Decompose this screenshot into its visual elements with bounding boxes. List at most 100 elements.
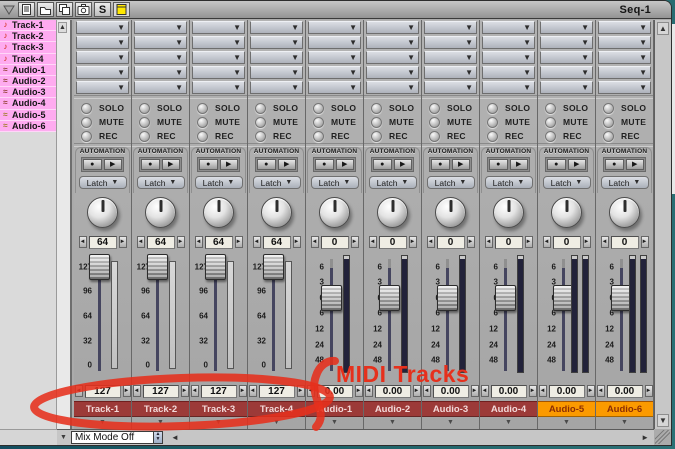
automation-record-button[interactable]: ● [373,159,392,170]
assignment-dropdown[interactable]: ▼ [482,21,535,34]
automation-record-button[interactable]: ● [315,159,334,170]
automation-play-button[interactable]: ▶ [626,159,645,170]
pan-knob[interactable] [261,197,292,228]
assignment-dropdown[interactable]: ▼ [540,21,593,34]
pan-decrement-button[interactable]: ◄ [601,236,609,248]
assignment-dropdown[interactable]: ▼ [192,21,245,34]
volume-value[interactable]: 127 [201,385,237,398]
pan-knob[interactable] [377,197,408,228]
assignment-dropdown[interactable]: ▼ [366,21,419,34]
automation-mode-dropdown[interactable]: Latch ▼ [311,176,359,189]
volume-value[interactable]: 0.00 [433,385,469,398]
automation-mode-dropdown[interactable]: Latch ▼ [137,176,185,189]
assignment-dropdown[interactable]: ▼ [134,81,187,94]
rec-button[interactable]: REC [480,129,537,143]
assignment-dropdown[interactable]: ▼ [192,51,245,64]
rec-button[interactable]: REC [538,129,595,143]
sidebar-track-item[interactable]: ♪ Track-4 [0,54,56,65]
pan-knob[interactable] [551,197,582,228]
track-name-label[interactable]: Audio-6 [596,401,653,417]
volume-increment-button[interactable]: ► [355,385,363,397]
sidebar-track-item[interactable]: ≈ Audio-6 [0,121,56,132]
solo-s-icon[interactable]: S [94,2,111,17]
fader-handle[interactable] [147,254,168,280]
fader-handle[interactable] [495,285,516,311]
solo-button[interactable]: SOLO [364,101,421,115]
pan-increment-button[interactable]: ► [525,236,533,248]
pan-value[interactable]: 64 [147,236,175,249]
automation-play-button[interactable]: ▶ [278,159,297,170]
mute-button[interactable]: MUTE [190,115,247,129]
mute-button[interactable]: MUTE [538,115,595,129]
rec-button[interactable]: REC [74,129,131,143]
pan-increment-button[interactable]: ► [293,236,301,248]
pan-decrement-button[interactable]: ◄ [79,236,87,248]
assignment-dropdown[interactable]: ▼ [540,81,593,94]
pan-value[interactable]: 0 [495,236,523,249]
volume-decrement-button[interactable]: ◄ [365,385,373,397]
fader-handle[interactable] [437,285,458,311]
assignment-dropdown[interactable]: ▼ [134,66,187,79]
automation-play-button[interactable]: ▶ [568,159,587,170]
assignment-dropdown[interactable]: ▼ [598,21,651,34]
pan-increment-button[interactable]: ► [467,236,475,248]
assignment-dropdown[interactable]: ▼ [250,81,303,94]
pan-decrement-button[interactable]: ◄ [311,236,319,248]
scroll-right-icon[interactable]: ► [641,433,654,442]
assignment-dropdown[interactable]: ▼ [424,66,477,79]
fader-handle[interactable] [321,285,342,311]
automation-play-button[interactable]: ▶ [162,159,181,170]
folder-icon[interactable] [37,2,54,17]
track-name-label[interactable]: Track-4 [248,401,305,417]
solo-button[interactable]: SOLO [538,101,595,115]
rec-button[interactable]: REC [422,129,479,143]
pan-knob[interactable] [435,197,466,228]
fader-handle[interactable] [379,285,400,311]
fader-handle[interactable] [263,254,284,280]
mute-button[interactable]: MUTE [422,115,479,129]
track-name-label[interactable]: Track-3 [190,401,247,417]
assignment-dropdown[interactable]: ▼ [540,36,593,49]
volume-value[interactable]: 0.00 [317,385,353,398]
sidebar-track-item[interactable]: ♪ Track-1 [0,20,56,31]
sidebar-track-item[interactable]: ♪ Track-2 [0,31,56,42]
assignment-dropdown[interactable]: ▼ [76,66,129,79]
volume-decrement-button[interactable]: ◄ [539,385,547,397]
pan-increment-button[interactable]: ► [409,236,417,248]
pan-value[interactable]: 64 [263,236,291,249]
assignment-dropdown[interactable]: ▼ [598,36,651,49]
pan-increment-button[interactable]: ► [119,236,127,248]
assignment-dropdown[interactable]: ▼ [192,81,245,94]
volume-decrement-button[interactable]: ◄ [191,385,199,397]
track-name-label[interactable]: Audio-2 [364,401,421,417]
pan-decrement-button[interactable]: ◄ [195,236,203,248]
track-name-label[interactable]: Audio-5 [538,401,595,417]
assignment-dropdown[interactable]: ▼ [192,66,245,79]
window-resize-grip[interactable] [655,430,670,444]
assignment-dropdown[interactable]: ▼ [308,81,361,94]
solo-button[interactable]: SOLO [422,101,479,115]
pan-value[interactable]: 0 [611,236,639,249]
rec-button[interactable]: REC [306,129,363,143]
pan-value[interactable]: 0 [379,236,407,249]
automation-play-button[interactable]: ▶ [220,159,239,170]
pan-value[interactable]: 0 [553,236,581,249]
assignment-dropdown[interactable]: ▼ [366,66,419,79]
solo-button[interactable]: SOLO [74,101,131,115]
pan-increment-button[interactable]: ► [235,236,243,248]
volume-increment-button[interactable]: ► [123,385,131,397]
assignment-dropdown[interactable]: ▼ [250,51,303,64]
pan-increment-button[interactable]: ► [641,236,649,248]
automation-record-button[interactable]: ● [141,159,160,170]
solo-button[interactable]: SOLO [306,101,363,115]
volume-decrement-button[interactable]: ◄ [307,385,315,397]
rec-button[interactable]: REC [364,129,421,143]
track-name-label[interactable]: Track-1 [74,401,131,417]
automation-mode-dropdown[interactable]: Latch ▼ [369,176,417,189]
rec-button[interactable]: REC [132,129,189,143]
pan-value[interactable]: 64 [89,236,117,249]
assignment-dropdown[interactable]: ▼ [482,66,535,79]
pan-knob[interactable] [87,197,118,228]
pan-decrement-button[interactable]: ◄ [253,236,261,248]
assignment-dropdown[interactable]: ▼ [308,51,361,64]
